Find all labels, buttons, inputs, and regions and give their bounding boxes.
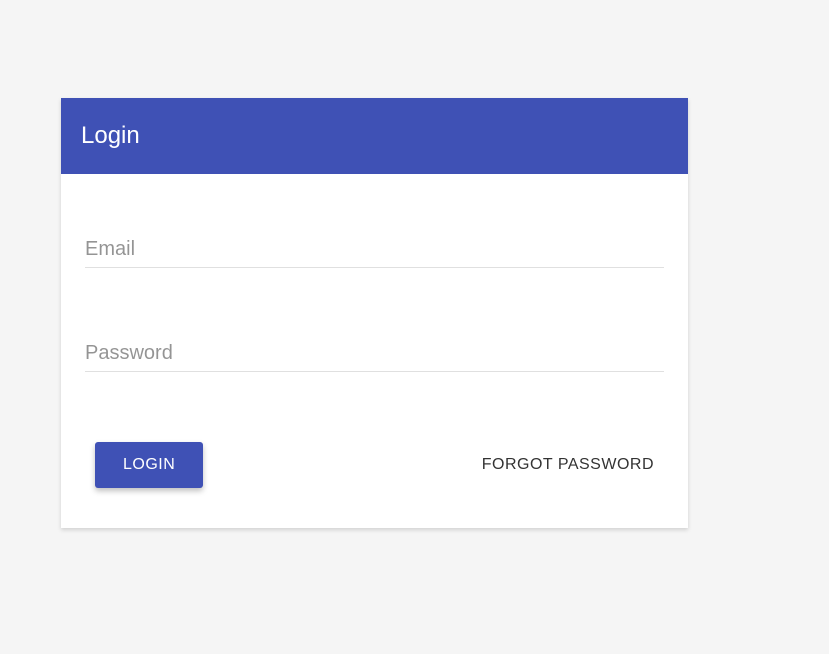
login-card: Login LOGIN FORGOT PASSWORD	[61, 98, 688, 528]
actions-row: LOGIN FORGOT PASSWORD	[85, 442, 664, 488]
card-body: LOGIN FORGOT PASSWORD	[61, 174, 688, 528]
forgot-password-link[interactable]: FORGOT PASSWORD	[482, 456, 654, 474]
email-field[interactable]	[85, 234, 664, 268]
email-group	[85, 234, 664, 268]
password-group	[85, 338, 664, 372]
login-button[interactable]: LOGIN	[95, 442, 203, 488]
password-field[interactable]	[85, 338, 664, 372]
card-title: Login	[61, 98, 688, 174]
